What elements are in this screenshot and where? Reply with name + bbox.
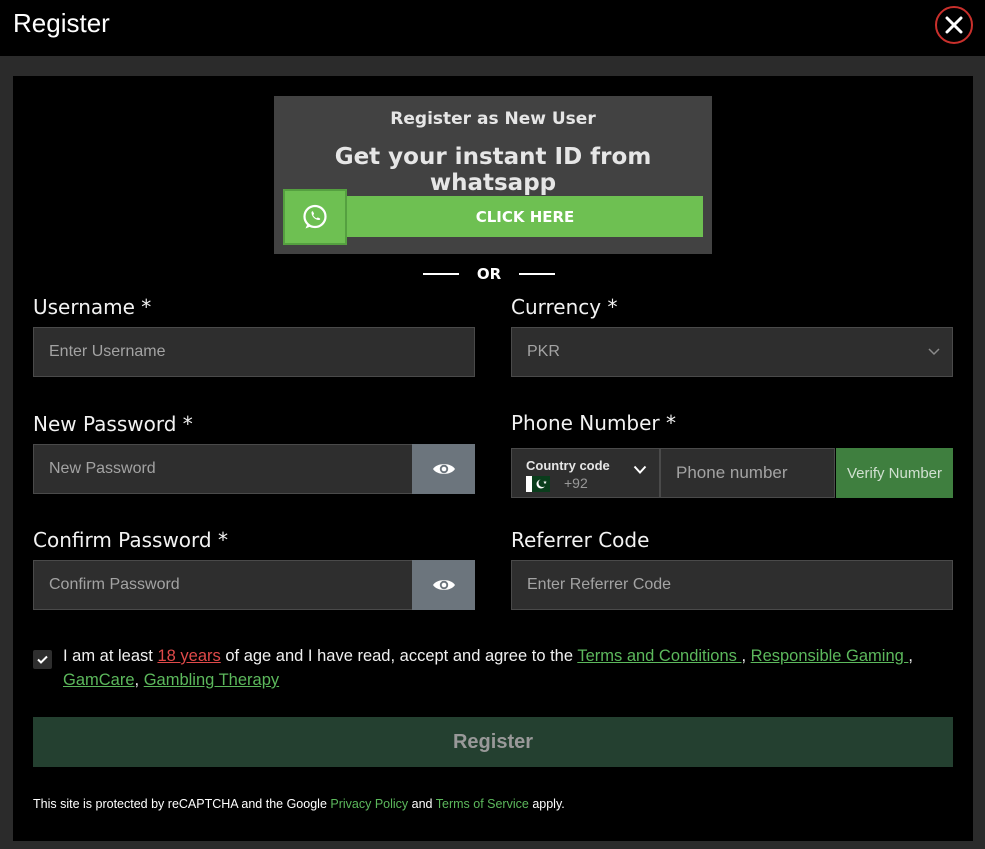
modal-title: Register (13, 8, 110, 38)
pakistan-flag-icon (526, 476, 550, 492)
phone-label: Phone Number * (511, 411, 677, 435)
whatsapp-icon-box[interactable] (283, 189, 347, 245)
recaptcha-prefix: This site is protected by reCAPTCHA and … (33, 797, 331, 811)
gamcare-link[interactable]: GamCare (63, 671, 135, 689)
referrer-field[interactable] (511, 560, 953, 610)
agreement-prefix: I am at least (63, 647, 158, 665)
close-icon (945, 16, 963, 34)
toggle-confirm-password-visibility-button[interactable] (412, 560, 475, 610)
whatsapp-icon (303, 204, 327, 229)
confirm-password-input[interactable] (49, 576, 412, 594)
currency-selected-value: PKR (527, 343, 560, 360)
eye-icon (432, 464, 455, 474)
toggle-password-visibility-button[interactable] (412, 444, 475, 494)
whatsapp-click-button[interactable]: CLICK HERE (283, 189, 703, 245)
agree-checkbox[interactable] (33, 650, 52, 669)
whatsapp-subtitle: Register as New User (390, 109, 596, 129)
phone-field[interactable] (660, 448, 835, 498)
currency-select[interactable]: PKR (511, 327, 953, 377)
country-code-select[interactable]: Country code +92 (511, 448, 660, 498)
currency-label: Currency * (511, 295, 618, 319)
confirm-password-label: Confirm Password * (33, 528, 228, 552)
confirm-password-field[interactable] (33, 560, 413, 610)
phone-input[interactable] (676, 463, 834, 483)
checkmark-icon (37, 655, 48, 664)
referrer-label: Referrer Code (511, 528, 650, 552)
modal-header: Register (0, 0, 985, 56)
chevron-down-icon (928, 348, 940, 356)
verify-number-button[interactable]: Verify Number (836, 448, 953, 498)
country-code-value: +92 (564, 475, 588, 491)
username-field[interactable] (33, 327, 475, 377)
username-label: Username * (33, 295, 152, 319)
agreement-middle: of age and I have read, accept and agree… (220, 647, 578, 665)
separator: , (741, 647, 751, 665)
new-password-label: New Password * (33, 412, 193, 436)
age-link[interactable]: 18 years (157, 647, 220, 665)
or-text: OR (476, 265, 502, 283)
close-button[interactable] (935, 6, 973, 44)
recaptcha-and: and (408, 797, 436, 811)
country-code-label: Country code (526, 458, 610, 473)
separator: , (134, 671, 144, 689)
recaptcha-suffix: apply. (528, 797, 565, 811)
username-input[interactable] (49, 343, 474, 361)
recaptcha-notice: This site is protected by reCAPTCHA and … (33, 797, 565, 811)
privacy-policy-link[interactable]: Privacy Policy (330, 797, 408, 811)
register-button[interactable]: Register (33, 717, 953, 767)
new-password-input[interactable] (49, 460, 412, 478)
divider-line-left (423, 273, 459, 275)
or-divider: OR (423, 264, 555, 284)
terms-link[interactable]: Terms and Conditions (577, 647, 741, 665)
new-password-field[interactable] (33, 444, 413, 494)
divider-line-right (519, 273, 555, 275)
agreement-text: I am at least 18 years of age and I have… (63, 644, 953, 692)
whatsapp-promo: Register as New User Get your instant ID… (274, 96, 712, 254)
separator: , (908, 647, 913, 665)
referrer-input[interactable] (527, 576, 952, 594)
chevron-down-icon (633, 465, 647, 474)
responsible-gaming-link[interactable]: Responsible Gaming (751, 647, 909, 665)
eye-icon (432, 580, 455, 590)
terms-of-service-link[interactable]: Terms of Service (436, 797, 529, 811)
gambling-therapy-link[interactable]: Gambling Therapy (144, 671, 279, 689)
whatsapp-button-label[interactable]: CLICK HERE (347, 196, 703, 237)
